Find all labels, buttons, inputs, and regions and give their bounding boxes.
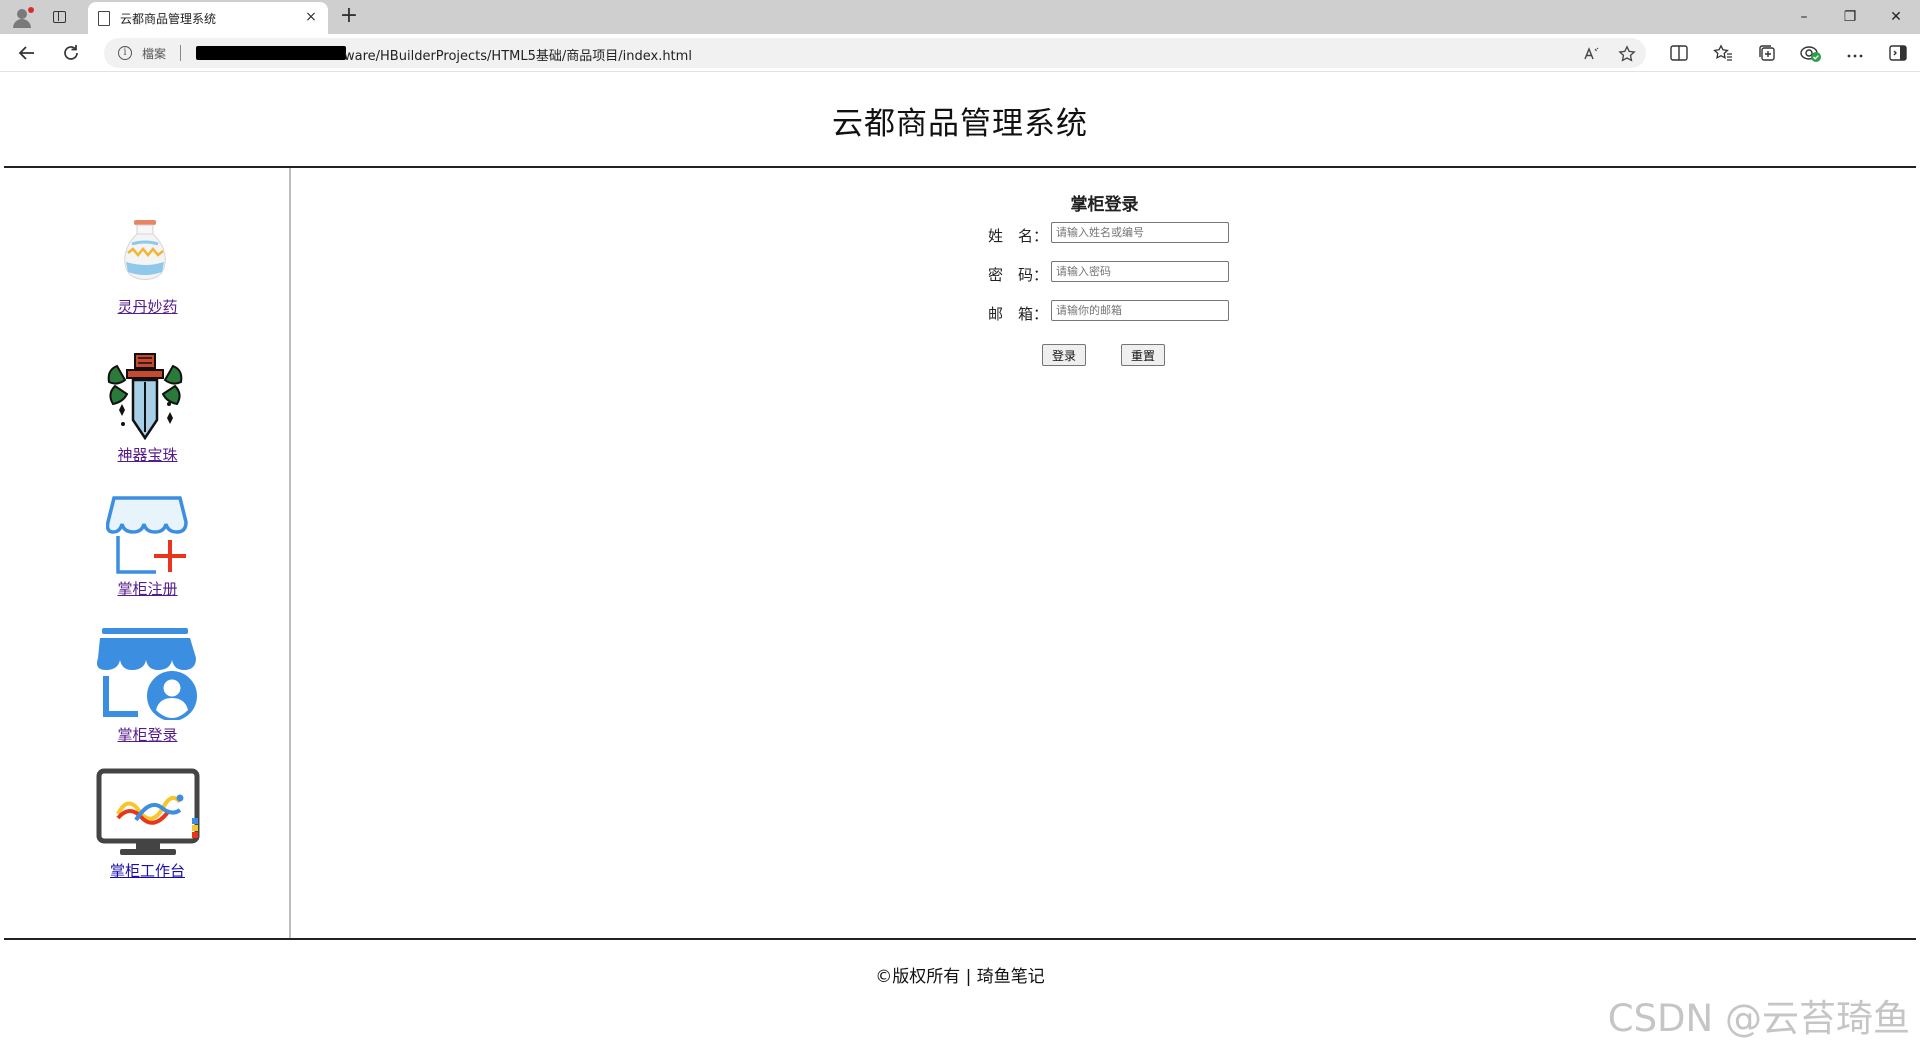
- refresh-icon: [64, 45, 78, 60]
- reset-button[interactable]: 重置: [1121, 344, 1165, 366]
- potion-vase-icon: [124, 220, 166, 280]
- tab-actions-button[interactable]: [44, 6, 74, 28]
- profile-icon-body: [13, 19, 31, 28]
- tab-actions-icon: [53, 11, 66, 23]
- site-info-label[interactable]: 檔案: [142, 45, 166, 62]
- more-icon[interactable]: [1842, 40, 1868, 66]
- close-tab-button[interactable]: ×: [302, 8, 320, 26]
- sidebar-item-label[interactable]: 掌柜注册: [4, 578, 291, 599]
- watermark: CSDN @云苔琦鱼: [1607, 997, 1910, 1040]
- address-separator: [180, 45, 181, 61]
- form-title: 掌柜登录: [1070, 195, 1139, 215]
- sidebar-item-label[interactable]: 神器宝珠: [4, 444, 291, 465]
- shop-login-icon: [97, 628, 197, 720]
- new-tab-button[interactable]: +: [336, 4, 362, 30]
- collections-icon[interactable]: [1754, 40, 1780, 66]
- site-footer: ©版权所有 | 琦鱼笔记 CSDN @云苔琦鱼: [4, 938, 1916, 1040]
- url-text[interactable]: ware/HBuilderProjects/HTML5基础/商品项目/index…: [344, 45, 692, 64]
- favorite-icon[interactable]: [1616, 43, 1638, 65]
- password-label: 密 码：: [988, 266, 1049, 284]
- web-page: 云都商品管理系统 灵丹妙药 神器宝珠 掌柜注册 掌柜登录 掌柜工作台 掌柜登录 …: [4, 72, 1916, 1040]
- password-input[interactable]: [1051, 261, 1229, 282]
- browser-tab[interactable]: 云都商品管理系统 ×: [88, 2, 328, 34]
- browser-tab-strip: 云都商品管理系统 × + – ❐ ✕: [0, 0, 1920, 34]
- copyright-text: ©版权所有 | 琦鱼笔记: [875, 967, 1045, 987]
- sidebar-item-label[interactable]: 灵丹妙药: [4, 296, 291, 317]
- extensions-icon[interactable]: [1798, 40, 1824, 66]
- workbench-monitor-icon: [96, 768, 200, 855]
- sidebar-item-label[interactable]: 掌柜工作台: [4, 860, 291, 881]
- url-redaction: [196, 46, 346, 60]
- site-header: 云都商品管理系统: [4, 72, 1916, 168]
- minimize-button[interactable]: –: [1784, 5, 1824, 29]
- back-icon: [18, 46, 34, 60]
- page-document-icon: [98, 11, 110, 26]
- sidebar-item-label[interactable]: 掌柜登录: [4, 724, 291, 745]
- profile-button[interactable]: [6, 4, 38, 30]
- tab-title: 云都商品管理系统: [120, 12, 217, 26]
- email-input[interactable]: [1051, 300, 1229, 321]
- split-screen-icon[interactable]: [1666, 40, 1692, 66]
- address-bar[interactable]: i 檔案 ware/HBuilderProjects/HTML5基础/商品项目/…: [104, 38, 1646, 68]
- main-content: 掌柜登录 姓 名： 密 码： 邮 箱： 登录 重置: [293, 168, 1916, 938]
- sidebar-icon[interactable]: [1885, 40, 1911, 66]
- login-button[interactable]: 登录: [1042, 344, 1086, 366]
- back-button[interactable]: [12, 39, 42, 67]
- email-label: 邮 箱：: [988, 305, 1049, 323]
- name-label: 姓 名：: [988, 227, 1049, 245]
- name-input[interactable]: [1051, 222, 1229, 243]
- sidebar-nav: 灵丹妙药 神器宝珠 掌柜注册 掌柜登录 掌柜工作台: [4, 168, 291, 938]
- read-aloud-icon[interactable]: [1580, 43, 1602, 65]
- profile-icon: [17, 9, 27, 19]
- sword-icon: [107, 353, 183, 440]
- favorites-icon[interactable]: [1710, 40, 1736, 66]
- browser-toolbar: i 檔案 ware/HBuilderProjects/HTML5基础/商品项目/…: [0, 34, 1920, 72]
- restore-button[interactable]: ❐: [1830, 5, 1870, 29]
- close-window-button[interactable]: ✕: [1876, 5, 1916, 29]
- shop-register-icon: [106, 496, 188, 574]
- notification-dot: [28, 7, 34, 13]
- info-icon[interactable]: i: [118, 46, 132, 60]
- page-title: 云都商品管理系统: [832, 106, 1088, 142]
- refresh-button[interactable]: [56, 39, 86, 67]
